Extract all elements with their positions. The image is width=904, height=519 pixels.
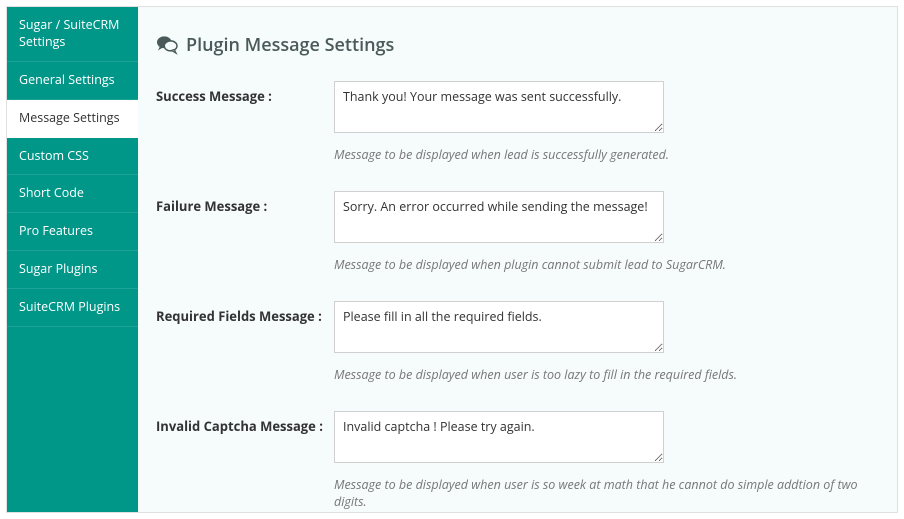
failure-textarea[interactable] bbox=[334, 191, 664, 243]
captcha-label: Invalid Captcha Message : bbox=[156, 411, 334, 435]
sidebar-item-pro-features[interactable]: Pro Features bbox=[7, 213, 138, 251]
required-field-wrap: Message to be displayed when user is too… bbox=[334, 301, 867, 397]
form-row-captcha: Invalid Captcha Message : Message to be … bbox=[156, 411, 867, 512]
captcha-textarea[interactable] bbox=[334, 411, 664, 463]
sidebar-item-custom-css[interactable]: Custom CSS bbox=[7, 138, 138, 176]
failure-field-wrap: Message to be displayed when plugin cann… bbox=[334, 191, 867, 287]
success-label: Success Message : bbox=[156, 81, 334, 105]
form-row-required: Required Fields Message : Message to be … bbox=[156, 301, 867, 397]
form-row-success: Success Message : Message to be displaye… bbox=[156, 81, 867, 177]
sidebar-item-sugar-suitecrm[interactable]: Sugar / SuiteCRM Settings bbox=[7, 7, 138, 62]
sidebar-item-suitecrm-plugins[interactable]: SuiteCRM Plugins bbox=[7, 289, 138, 327]
failure-label: Failure Message : bbox=[156, 191, 334, 215]
captcha-help: Message to be displayed when user is so … bbox=[334, 476, 867, 510]
page-title: Plugin Message Settings bbox=[156, 33, 867, 57]
sidebar-item-sugar-plugins[interactable]: Sugar Plugins bbox=[7, 251, 138, 289]
captcha-field-wrap: Message to be displayed when user is so … bbox=[334, 411, 867, 512]
app-container: Sugar / SuiteCRM Settings General Settin… bbox=[6, 6, 898, 513]
form-row-failure: Failure Message : Message to be displaye… bbox=[156, 191, 867, 287]
success-textarea[interactable] bbox=[334, 81, 664, 133]
required-textarea[interactable] bbox=[334, 301, 664, 353]
success-field-wrap: Message to be displayed when lead is suc… bbox=[334, 81, 867, 177]
sidebar-item-message[interactable]: Message Settings bbox=[7, 100, 138, 138]
failure-help: Message to be displayed when plugin cann… bbox=[334, 256, 867, 273]
sidebar: Sugar / SuiteCRM Settings General Settin… bbox=[7, 7, 138, 512]
success-help: Message to be displayed when lead is suc… bbox=[334, 146, 867, 163]
required-help: Message to be displayed when user is too… bbox=[334, 366, 867, 383]
page-title-text: Plugin Message Settings bbox=[186, 33, 394, 57]
required-label: Required Fields Message : bbox=[156, 301, 334, 325]
sidebar-item-general[interactable]: General Settings bbox=[7, 62, 138, 100]
sidebar-item-short-code[interactable]: Short Code bbox=[7, 175, 138, 213]
main-content: Plugin Message Settings Success Message … bbox=[138, 7, 897, 512]
comments-icon bbox=[156, 35, 178, 55]
